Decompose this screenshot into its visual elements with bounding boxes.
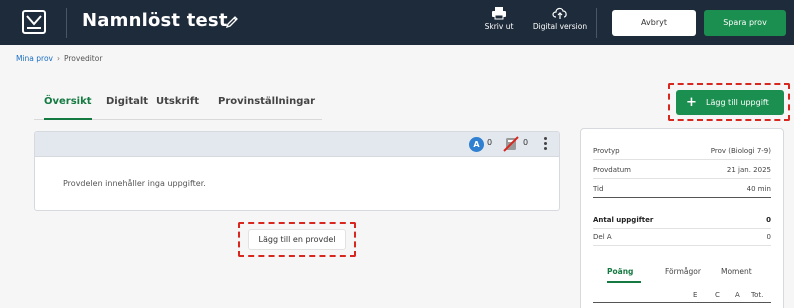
test-section-card: A 0 0 Provdelen innehåller inga uppgifte… xyxy=(34,131,560,211)
plus-icon: + xyxy=(686,95,697,110)
app-logo-icon[interactable] xyxy=(22,10,46,34)
empty-section-text: Provdelen innehåller inga uppgifter. xyxy=(63,179,206,188)
summary-key: Antal uppgifter xyxy=(593,216,654,224)
tab-moments[interactable]: Moment xyxy=(721,267,752,276)
column-header: Tot. xyxy=(751,291,764,299)
tab-overview[interactable]: Översikt xyxy=(44,96,92,120)
calculator-allowed-badge: A xyxy=(469,137,484,152)
tab-digital[interactable]: Digitalt xyxy=(106,96,148,120)
save-test-button[interactable]: Spara prov xyxy=(704,10,786,36)
summary-row-time: Tid 40 min xyxy=(593,181,771,198)
summary-value: 21 jan. 2025 xyxy=(726,166,771,174)
summary-key: Tid xyxy=(593,185,604,193)
divider xyxy=(66,8,67,38)
printer-icon xyxy=(492,7,506,20)
no-calculator-count: 0 xyxy=(523,138,529,147)
tab-abilities[interactable]: Förmågor xyxy=(665,267,701,276)
print-label: Skriv ut xyxy=(484,22,514,31)
summary-value: Prov (Biologi 7-9) xyxy=(710,147,771,155)
summary-value: 40 min xyxy=(746,185,771,193)
section-header: A 0 0 xyxy=(35,132,559,157)
tab-print[interactable]: Utskrift xyxy=(156,96,199,120)
summary-row-part-a: Del A 0 xyxy=(593,229,771,246)
cloud-upload-icon xyxy=(552,7,567,19)
summary-key: Provtyp xyxy=(593,147,620,155)
breadcrumb-current: Proveditor xyxy=(64,54,103,63)
breadcrumb-my-tests-link[interactable]: Mina prov xyxy=(16,54,53,63)
more-options-icon[interactable] xyxy=(541,135,549,153)
tab-points[interactable]: Poäng xyxy=(607,267,633,276)
test-title: Namnlöst test xyxy=(82,10,228,31)
chevron-right-icon: › xyxy=(57,54,60,63)
summary-row-test-date: Provdatum 21 jan. 2025 xyxy=(593,162,771,179)
column-header: E xyxy=(693,291,698,299)
breadcrumb: Mina prov › Proveditor xyxy=(16,54,102,63)
summary-key: Provdatum xyxy=(593,166,631,174)
calculator-allowed-count: 0 xyxy=(487,138,493,147)
summary-value: 0 xyxy=(766,216,771,224)
test-summary-panel: Provtyp Prov (Biologi 7-9) Provdatum 21 … xyxy=(580,128,784,308)
add-task-button[interactable]: + Lägg till uppgift xyxy=(676,90,784,115)
summary-tabs: Poäng Förmågor Moment xyxy=(593,263,771,283)
main-tabs: Översikt Digitalt Utskrift Provinställni… xyxy=(34,96,322,120)
cancel-button[interactable]: Avbryt xyxy=(612,10,696,36)
print-button[interactable]: Skriv ut xyxy=(476,6,522,31)
summary-row-task-count: Antal uppgifter 0 xyxy=(593,212,771,229)
add-section-button[interactable]: Lägg till en provdel xyxy=(248,229,346,250)
no-calculator-icon xyxy=(503,136,519,156)
add-task-label: Lägg till uppgift xyxy=(706,98,769,107)
column-header: C xyxy=(715,291,720,299)
digital-version-label: Digital version xyxy=(532,22,588,31)
summary-key: Del A xyxy=(593,233,612,241)
tab-test-settings[interactable]: Provinställningar xyxy=(218,96,315,120)
points-column-headers: E C A Tot. xyxy=(593,289,771,303)
active-tab-indicator xyxy=(607,281,641,283)
summary-row-test-type: Provtyp Prov (Biologi 7-9) xyxy=(593,143,771,160)
divider xyxy=(596,8,597,38)
edit-title-icon[interactable] xyxy=(225,14,239,33)
column-header: A xyxy=(735,291,740,299)
top-bar: Namnlöst test Skriv ut Digital version A… xyxy=(0,0,794,45)
digital-version-button[interactable]: Digital version xyxy=(524,6,596,31)
summary-value: 0 xyxy=(766,233,771,241)
